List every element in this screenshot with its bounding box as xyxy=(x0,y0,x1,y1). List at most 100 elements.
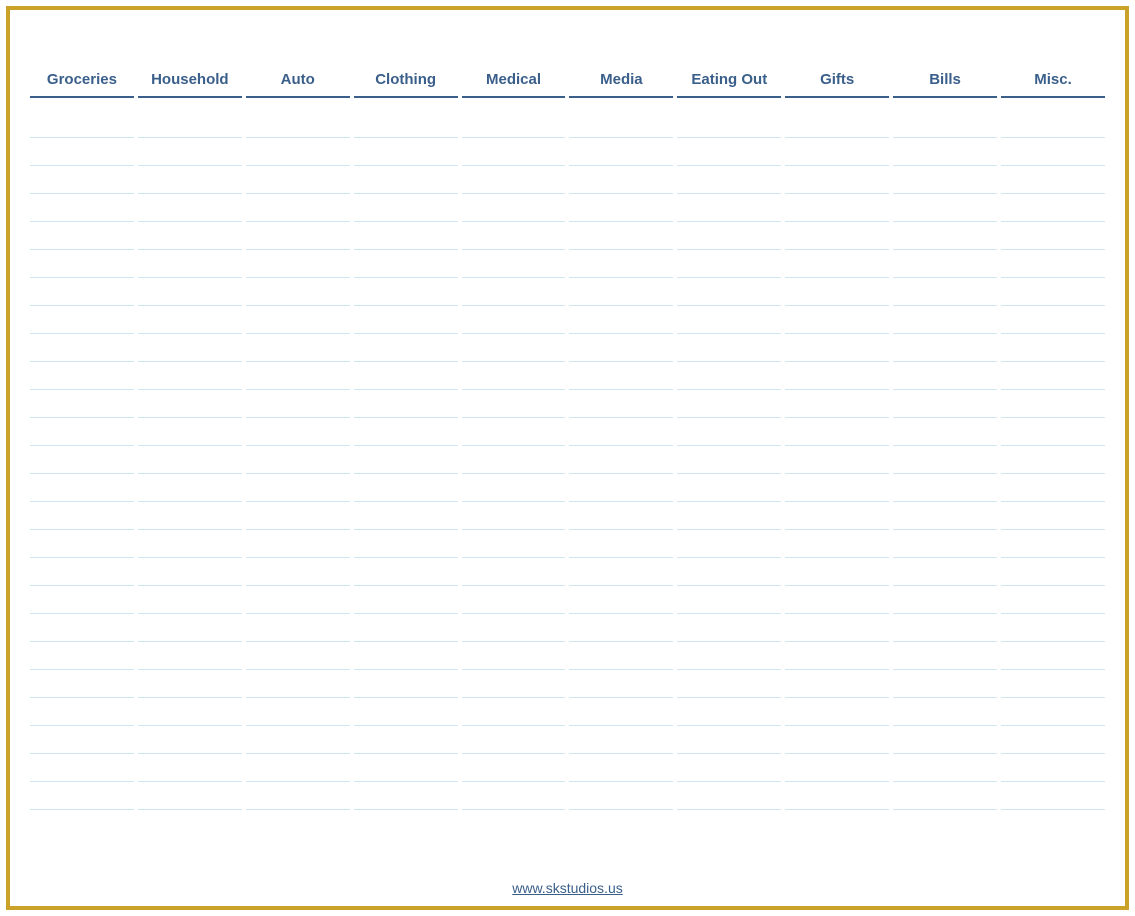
table-cell xyxy=(138,642,242,670)
table-cell xyxy=(462,250,566,278)
table-cell xyxy=(246,418,350,446)
table-cell xyxy=(246,278,350,306)
col-header-gifts: Gifts xyxy=(785,65,889,98)
table-cell xyxy=(246,110,350,138)
table-cell xyxy=(677,614,781,642)
table-cell xyxy=(462,558,566,586)
table-row xyxy=(30,250,1105,278)
table-cell xyxy=(1001,474,1105,502)
table-cell xyxy=(354,614,458,642)
table-cell xyxy=(1001,390,1105,418)
table-cell xyxy=(462,586,566,614)
table-cell xyxy=(785,362,889,390)
table-cell xyxy=(354,390,458,418)
table-row xyxy=(30,642,1105,670)
table-row xyxy=(30,222,1105,250)
table-cell xyxy=(893,726,997,754)
content-area: Groceries Household Auto Clothing Medica… xyxy=(10,10,1125,906)
table-cell xyxy=(138,250,242,278)
table-cell xyxy=(677,334,781,362)
col-header-medical: Medical xyxy=(462,65,566,98)
table-cell xyxy=(893,194,997,222)
table-cell xyxy=(1001,502,1105,530)
table-cell xyxy=(569,446,673,474)
table-cell xyxy=(1001,754,1105,782)
table-cell xyxy=(677,474,781,502)
table-cell xyxy=(1001,110,1105,138)
table-cell xyxy=(30,334,134,362)
table-cell xyxy=(785,194,889,222)
table-cell xyxy=(30,418,134,446)
table-cell xyxy=(354,558,458,586)
table-cell xyxy=(677,250,781,278)
table-cell xyxy=(246,642,350,670)
table-cell xyxy=(30,306,134,334)
table-cell xyxy=(785,614,889,642)
table-cell xyxy=(569,502,673,530)
table-cell xyxy=(138,418,242,446)
table-cell xyxy=(462,698,566,726)
table-cell xyxy=(1001,362,1105,390)
table-row xyxy=(30,726,1105,754)
table-cell xyxy=(462,418,566,446)
table-cell xyxy=(677,754,781,782)
table-cell xyxy=(785,530,889,558)
footer-link[interactable]: www.skstudios.us xyxy=(512,880,622,896)
table-cell xyxy=(569,474,673,502)
table-cell xyxy=(569,754,673,782)
table-cell xyxy=(462,278,566,306)
table-cell xyxy=(1001,782,1105,810)
table-cell xyxy=(569,362,673,390)
table-cell xyxy=(462,446,566,474)
table-cell xyxy=(246,530,350,558)
table-cell xyxy=(677,726,781,754)
table-cell xyxy=(677,278,781,306)
table-cell xyxy=(677,558,781,586)
table-cell xyxy=(677,306,781,334)
table-cell xyxy=(30,586,134,614)
table-cell xyxy=(246,194,350,222)
col-header-auto: Auto xyxy=(246,65,350,98)
table-cell xyxy=(138,334,242,362)
table-row xyxy=(30,446,1105,474)
table-cell xyxy=(138,474,242,502)
table-cell xyxy=(462,782,566,810)
table-cell xyxy=(354,334,458,362)
table-cell xyxy=(354,698,458,726)
table-cell xyxy=(138,306,242,334)
table-row xyxy=(30,138,1105,166)
table-cell xyxy=(569,138,673,166)
expense-table: Groceries Household Auto Clothing Medica… xyxy=(26,65,1109,810)
table-cell xyxy=(677,782,781,810)
table-cell xyxy=(893,782,997,810)
table-cell xyxy=(30,782,134,810)
table-cell xyxy=(677,166,781,194)
table-cell xyxy=(30,474,134,502)
table-cell xyxy=(1001,446,1105,474)
table-cell xyxy=(138,222,242,250)
table-cell xyxy=(677,586,781,614)
table-cell xyxy=(354,306,458,334)
table-cell xyxy=(569,586,673,614)
header-row: Groceries Household Auto Clothing Medica… xyxy=(30,65,1105,98)
table-cell xyxy=(785,166,889,194)
table-cell xyxy=(1001,194,1105,222)
table-cell xyxy=(354,222,458,250)
table-cell xyxy=(354,502,458,530)
table-cell xyxy=(1001,278,1105,306)
table-cell xyxy=(785,222,889,250)
spacer-cell xyxy=(246,98,350,110)
table-cell xyxy=(462,166,566,194)
table-cell xyxy=(246,502,350,530)
table-cell xyxy=(354,782,458,810)
table-cell xyxy=(569,558,673,586)
table-cell xyxy=(677,446,781,474)
table-row xyxy=(30,530,1105,558)
table-row xyxy=(30,390,1105,418)
table-cell xyxy=(462,110,566,138)
table-cell xyxy=(246,166,350,194)
table-cell xyxy=(246,558,350,586)
table-cell xyxy=(677,502,781,530)
document-frame: Groceries Household Auto Clothing Medica… xyxy=(6,6,1129,910)
col-header-clothing: Clothing xyxy=(354,65,458,98)
